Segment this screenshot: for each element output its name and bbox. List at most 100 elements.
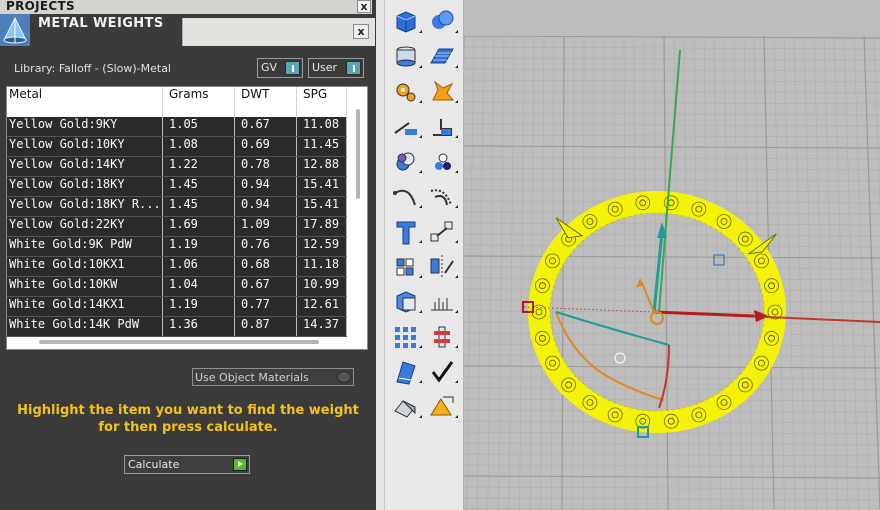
- cell-grams: 1.08: [163, 137, 235, 156]
- table-row[interactable]: White Gold:10KW 1.04 0.67 10.99: [7, 277, 347, 297]
- cell-metal: Yellow Gold:10KY: [7, 137, 163, 156]
- scale-icon[interactable]: [425, 216, 459, 246]
- ring-bead[interactable]: [764, 330, 779, 346]
- vertical-scroll-thumb[interactable]: [356, 109, 360, 199]
- horizontal-scroll-thumb[interactable]: [39, 340, 319, 344]
- ring-bead[interactable]: [663, 195, 679, 211]
- cell-metal: Yellow Gold:18KY R...: [7, 197, 163, 216]
- ring-bead[interactable]: [754, 355, 769, 371]
- radio-knob-icon: [337, 371, 351, 383]
- cell-spg: 11.18: [297, 257, 347, 276]
- grid-array-icon[interactable]: [389, 321, 423, 351]
- table-row[interactable]: Yellow Gold:22KY 1.69 1.09 17.89: [7, 217, 347, 237]
- ring-bead[interactable]: [607, 407, 623, 423]
- cell-spg: 17.89: [297, 217, 347, 236]
- stone-setting-icon[interactable]: [425, 391, 459, 421]
- align-icon[interactable]: [425, 321, 459, 351]
- table-row[interactable]: White Gold:9K PdW 1.19 0.76 12.59: [7, 237, 347, 257]
- ring-bead[interactable]: [754, 253, 769, 269]
- ring-bead[interactable]: [545, 355, 560, 371]
- extrude-surface-icon[interactable]: [425, 111, 459, 141]
- projects-close-button[interactable]: x: [357, 0, 371, 13]
- ring-bead[interactable]: [535, 278, 550, 294]
- cell-spg: 12.88: [297, 157, 347, 176]
- cell-spg: 15.41: [297, 177, 347, 196]
- box-icon[interactable]: [389, 6, 423, 36]
- ring-bead[interactable]: [737, 377, 753, 393]
- table-row[interactable]: Yellow Gold:10KY 1.08 0.69 11.45: [7, 137, 347, 157]
- user-toggle-label: User: [312, 61, 338, 74]
- user-toggle[interactable]: User: [308, 58, 364, 78]
- metal-weights-tab[interactable]: METAL WEIGHTS: [30, 14, 182, 46]
- ring-bead[interactable]: [535, 330, 550, 346]
- curve-offset-icon[interactable]: [425, 181, 459, 211]
- ring-bead[interactable]: [691, 407, 707, 423]
- modeling-toolbar: [384, 0, 464, 510]
- cell-grams: 1.22: [163, 157, 235, 176]
- column-header-dwt[interactable]: DWT: [235, 87, 297, 117]
- sphere-icon[interactable]: [425, 6, 459, 36]
- cell-metal: White Gold:10KX1: [7, 257, 163, 276]
- ring-bead[interactable]: [531, 304, 547, 320]
- plane-surface-icon[interactable]: [425, 41, 459, 71]
- extrude-curve-icon[interactable]: [389, 111, 423, 141]
- pyramid-icon[interactable]: [389, 391, 423, 421]
- cell-dwt: 1.09: [235, 217, 297, 236]
- ring-bead[interactable]: [635, 195, 651, 211]
- spheres-group-icon[interactable]: [425, 146, 459, 176]
- table-horizontal-scrollbar[interactable]: [9, 337, 349, 347]
- table-row[interactable]: Yellow Gold:14KY 1.22 0.78 12.88: [7, 157, 347, 177]
- ring-bead[interactable]: [737, 231, 753, 247]
- array-icon[interactable]: [389, 251, 423, 281]
- table-vertical-scrollbar[interactable]: [353, 97, 363, 327]
- bend-icon[interactable]: [389, 356, 423, 386]
- cell-spg: 12.59: [297, 237, 347, 256]
- column-header-metal[interactable]: Metal: [7, 87, 163, 117]
- use-object-materials-toggle[interactable]: Use Object Materials: [192, 368, 354, 386]
- ring-bead[interactable]: [582, 395, 598, 410]
- cell-grams: 1.45: [163, 177, 235, 196]
- cell-metal: White Gold:14KX1: [7, 297, 163, 316]
- solid-edit-icon[interactable]: [389, 286, 423, 316]
- ring-bead[interactable]: [545, 253, 560, 269]
- cell-dwt: 0.78: [235, 157, 297, 176]
- ring-bead[interactable]: [561, 377, 577, 393]
- ring-bead[interactable]: [764, 278, 779, 294]
- table-row[interactable]: Yellow Gold:9KY 1.05 0.67 11.08: [7, 117, 347, 137]
- cell-grams: 1.19: [163, 297, 235, 316]
- metal-weights-close-button[interactable]: x: [353, 24, 369, 39]
- table-row[interactable]: Yellow Gold:18KY R... 1.45 0.94 15.41: [7, 197, 347, 217]
- ring-bead[interactable]: [582, 214, 598, 229]
- mirror-icon[interactable]: [425, 251, 459, 281]
- ring-bead[interactable]: [716, 214, 732, 229]
- viewport-canvas[interactable]: [464, 0, 880, 510]
- cell-metal: Yellow Gold:18KY: [7, 177, 163, 196]
- check-icon[interactable]: [425, 356, 459, 386]
- gv-toggle[interactable]: GV: [257, 58, 303, 78]
- cylinder-icon[interactable]: [389, 41, 423, 71]
- cell-dwt: 0.94: [235, 177, 297, 196]
- panel-divider[interactable]: [376, 0, 384, 510]
- calculate-button[interactable]: Calculate: [124, 455, 250, 474]
- gear-icon[interactable]: [389, 76, 423, 106]
- table-row[interactable]: White Gold:14K PdW 1.36 0.87 14.37: [7, 317, 347, 337]
- ring-bead[interactable]: [716, 395, 732, 410]
- gumball-icon[interactable]: [425, 286, 459, 316]
- ring-bead[interactable]: [691, 201, 707, 217]
- boolean-icon[interactable]: [389, 146, 423, 176]
- ring-bead[interactable]: [607, 201, 623, 217]
- ring-bead[interactable]: [663, 413, 679, 429]
- table-row[interactable]: White Gold:14KX1 1.19 0.77 12.61: [7, 297, 347, 317]
- cell-dwt: 0.68: [235, 257, 297, 276]
- table-row[interactable]: White Gold:10KX1 1.06 0.68 11.18: [7, 257, 347, 277]
- column-header-spg[interactable]: SPG: [297, 87, 347, 117]
- cell-metal: Yellow Gold:9KY: [7, 117, 163, 136]
- perspective-viewport[interactable]: [464, 0, 880, 510]
- arc-curve-icon[interactable]: [389, 181, 423, 211]
- text-icon[interactable]: [389, 216, 423, 246]
- explode-icon[interactable]: [425, 76, 459, 106]
- cell-metal: White Gold:10KW: [7, 277, 163, 296]
- table-row[interactable]: Yellow Gold:18KY 1.45 0.94 15.41: [7, 177, 347, 197]
- column-header-grams[interactable]: Grams: [163, 87, 235, 117]
- cell-dwt: 0.87: [235, 317, 297, 336]
